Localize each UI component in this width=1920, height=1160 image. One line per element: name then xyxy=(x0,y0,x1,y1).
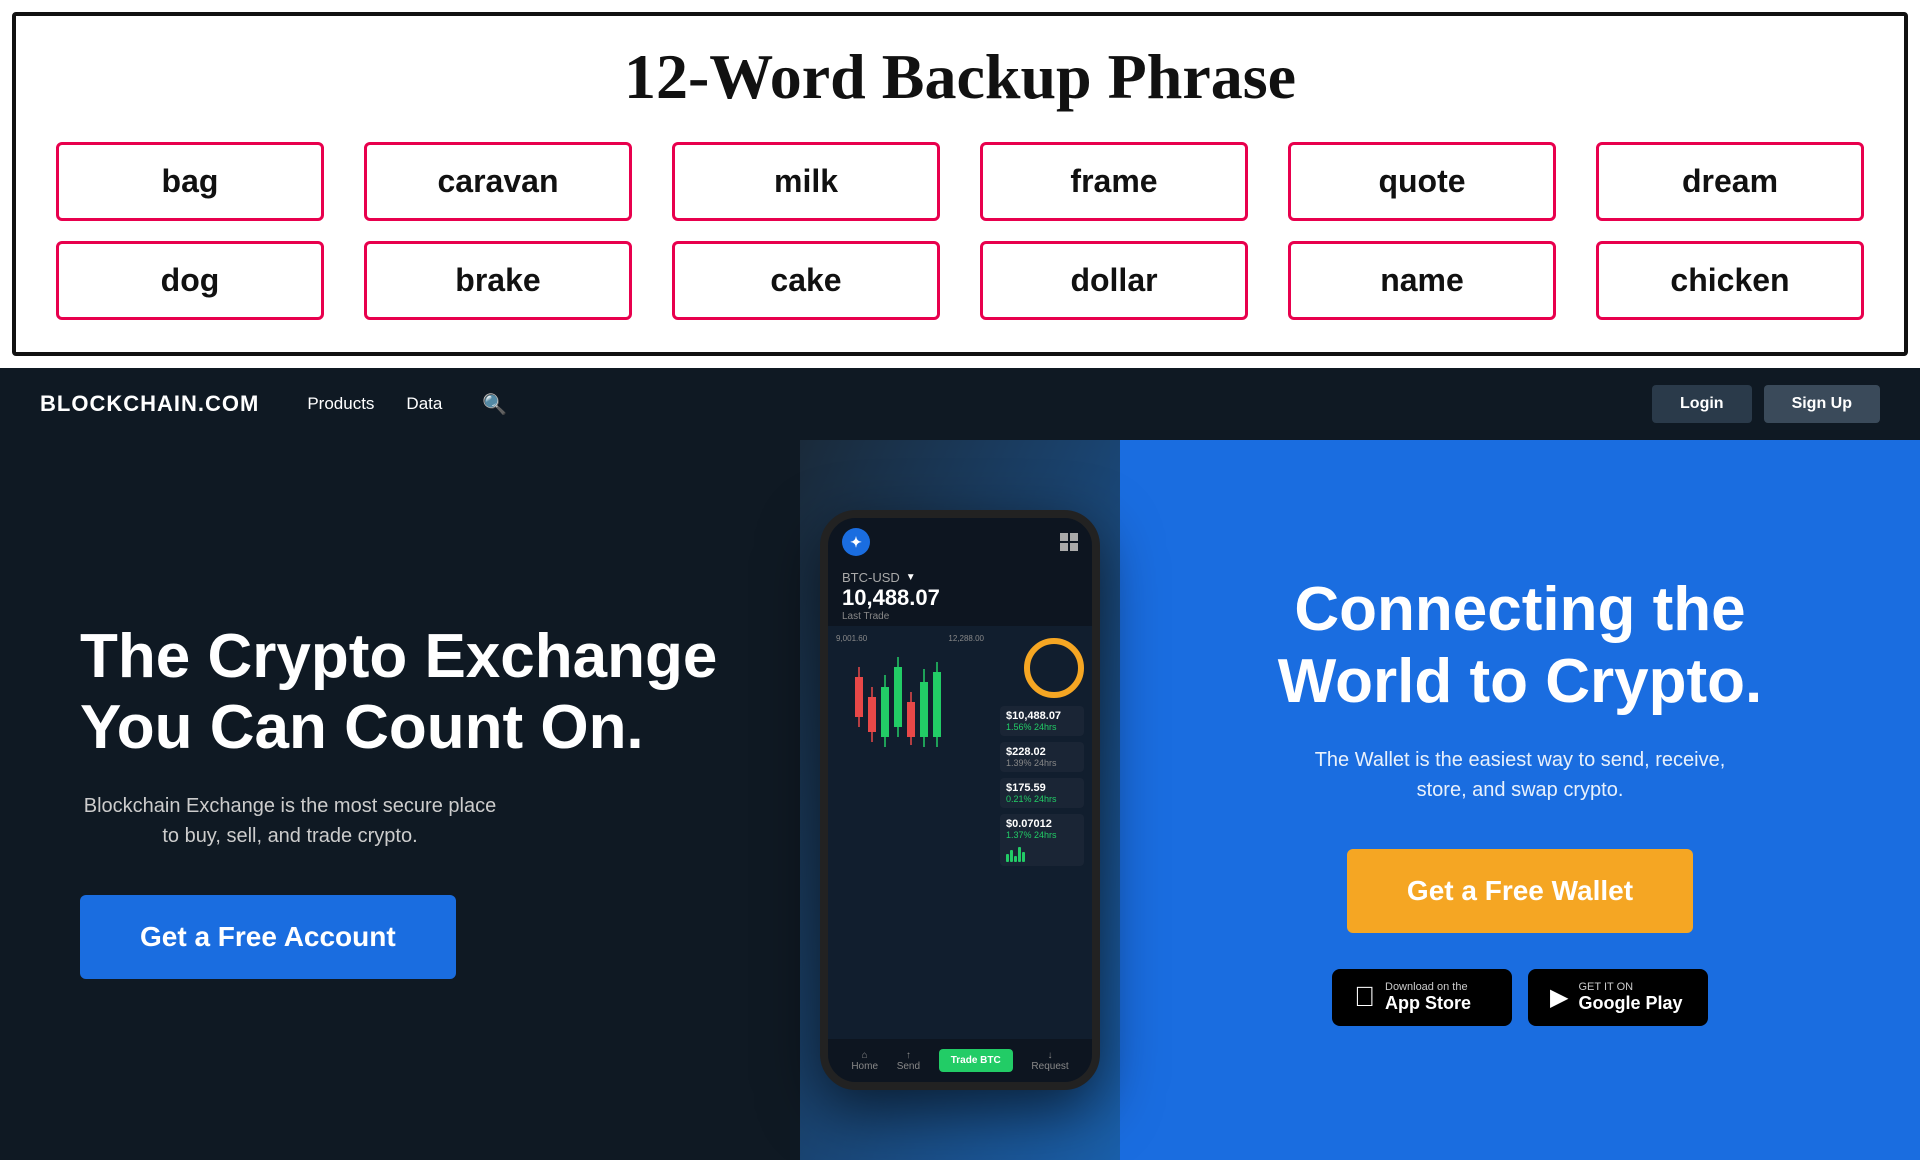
home-icon: ⌂ Home xyxy=(851,1050,878,1072)
backup-phrase-title: 12-Word Backup Phrase xyxy=(56,40,1864,114)
chart-high-label: 12,288.00 xyxy=(948,634,984,643)
send-icon: ↑ Send xyxy=(897,1050,920,1072)
ticker-pair: BTC-USD ▼ xyxy=(842,570,1078,585)
hero-section: The Crypto Exchange You Can Count On. Bl… xyxy=(0,440,1920,1160)
get-free-wallet-button[interactable]: Get a Free Wallet xyxy=(1347,849,1693,933)
hero-right-subtext: The Wallet is the easiest way to send, r… xyxy=(1310,745,1730,805)
word-pill: milk xyxy=(672,142,940,221)
signup-button[interactable]: Sign Up xyxy=(1764,385,1880,423)
nav-link-products[interactable]: Products xyxy=(307,394,374,414)
word-pill: quote xyxy=(1288,142,1556,221)
word-pill: dream xyxy=(1596,142,1864,221)
hero-right-panel: Connecting the World to Crypto. The Wall… xyxy=(1120,440,1920,1160)
phone-ticker: BTC-USD ▼ 10,488.07 Last Trade xyxy=(828,562,1092,626)
word-pill: dollar xyxy=(980,241,1248,320)
phone-last-trade: Last Trade xyxy=(842,611,1078,622)
phone-price: 10,488.07 xyxy=(842,585,1078,611)
word-pill: name xyxy=(1288,241,1556,320)
trade-btc-button[interactable]: Trade BTC xyxy=(939,1049,1013,1072)
nav-links: Products Data 🔍 xyxy=(307,392,1652,417)
word-pill: caravan xyxy=(364,142,632,221)
hero-left-panel: The Crypto Exchange You Can Count On. Bl… xyxy=(0,440,800,1160)
word-grid: bag caravan milk frame quote dream dog brake cak… xyxy=(56,142,1864,320)
price-item-0: $10,488.07 1.56% 24hrs xyxy=(1000,706,1084,736)
apple-icon:  xyxy=(1354,981,1375,1013)
phone-chart-left: 9,001.60 12,288.00 xyxy=(828,626,992,1039)
word-pill: frame xyxy=(980,142,1248,221)
google-play-icon: ▶ xyxy=(1550,983,1568,1012)
blockchain-logo-icon: ✦ xyxy=(842,528,870,556)
app-store-button[interactable]:  Download on the App Store xyxy=(1332,969,1512,1026)
word-pill: dog xyxy=(56,241,324,320)
phone-header: ✦ xyxy=(828,518,1092,562)
phone-mockup: ✦ BTC-USD ▼ 10,488.07 Last Trade xyxy=(820,510,1100,1090)
phone-circle-chart xyxy=(1024,638,1084,698)
navbar: BLOCKCHAIN.COM Products Data 🔍 Login Sig… xyxy=(0,368,1920,440)
nav-link-data[interactable]: Data xyxy=(406,394,442,414)
phone-footer: ⌂ Home ↑ Send Trade BTC ↓ Request xyxy=(828,1039,1092,1082)
grid-icon xyxy=(1060,533,1078,551)
price-item-1: $228.02 1.39% 24hrs xyxy=(1000,742,1084,772)
word-pill: chicken xyxy=(1596,241,1864,320)
backup-phrase-section: 12-Word Backup Phrase bag caravan milk fram… xyxy=(12,12,1908,356)
nav-logo: BLOCKCHAIN.COM xyxy=(40,391,259,417)
login-button[interactable]: Login xyxy=(1652,385,1752,423)
app-store-text: Download on the App Store xyxy=(1385,981,1471,1014)
request-icon: ↓ Request xyxy=(1031,1050,1068,1072)
mini-chart xyxy=(1006,842,1078,862)
word-pill: bag xyxy=(56,142,324,221)
hero-right-heading: Connecting the World to Crypto. xyxy=(1200,574,1840,717)
nav-actions: Login Sign Up xyxy=(1652,385,1880,423)
hero-left-heading: The Crypto Exchange You Can Count On. xyxy=(80,621,720,764)
word-pill: brake xyxy=(364,241,632,320)
hero-left-subtext: Blockchain Exchange is the most secure p… xyxy=(80,791,500,851)
word-pill: cake xyxy=(672,241,940,320)
phone-chart-area: 9,001.60 12,288.00 xyxy=(828,626,1092,1039)
phone-screen: ✦ BTC-USD ▼ 10,488.07 Last Trade xyxy=(828,518,1092,1082)
google-play-text: GET IT ON Google Play xyxy=(1578,981,1682,1014)
phone-center-panel: ✦ BTC-USD ▼ 10,488.07 Last Trade xyxy=(800,440,1120,1160)
google-play-button[interactable]: ▶ GET IT ON Google Play xyxy=(1528,969,1708,1026)
candlestick-chart-svg xyxy=(836,647,984,787)
price-item-3: $0.07012 1.37% 24hrs xyxy=(1000,814,1084,866)
price-item-2: $175.59 0.21% 24hrs xyxy=(1000,778,1084,808)
phone-price-list: $10,488.07 1.56% 24hrs $228.02 1.39% 24h… xyxy=(992,626,1092,1039)
search-icon[interactable]: 🔍 xyxy=(482,392,507,417)
store-buttons:  Download on the App Store ▶ GET IT ON … xyxy=(1332,969,1708,1026)
chart-low-label: 9,001.60 xyxy=(836,634,867,643)
get-free-account-button[interactable]: Get a Free Account xyxy=(80,895,456,979)
